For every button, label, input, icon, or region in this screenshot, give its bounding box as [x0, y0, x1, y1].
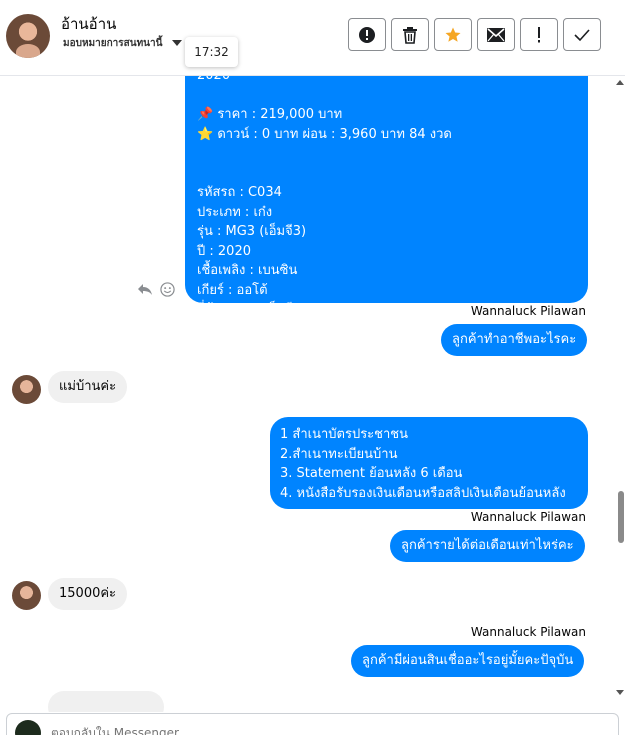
contact-avatar-small	[12, 581, 41, 610]
scrollbar[interactable]	[617, 76, 625, 712]
scrollbar-thumb[interactable]	[618, 491, 624, 543]
done-button[interactable]	[563, 18, 601, 51]
listing-line: รหัสรถ : C034	[197, 185, 282, 200]
emoji-reaction-icon[interactable]	[160, 282, 175, 297]
important-button[interactable]	[520, 18, 558, 51]
incoming-message[interactable]: แม่บ้านค่ะ	[48, 371, 128, 403]
star-icon	[445, 27, 461, 42]
mark-unread-button[interactable]	[477, 18, 515, 51]
car-listing-message[interactable]: 2020 📌 ราคา : 219,000 บาท ⭐ ดาวน์ : 0 บาท …	[185, 76, 588, 317]
page-avatar	[15, 720, 41, 735]
trash-icon	[403, 26, 417, 44]
contact-avatar[interactable]	[6, 14, 50, 58]
conversation-header: อ้านอ้าน มอบหมายการสนทนานี้	[0, 0, 625, 76]
incoming-message[interactable]: 15000ค่ะ	[48, 578, 128, 610]
sender-name: Wannaluck Pilawan	[470, 510, 586, 524]
document-line: 2.สำเนาทะเบียนบ้าน	[280, 446, 398, 462]
reply-icon[interactable]	[137, 281, 153, 297]
message-composer[interactable]	[6, 713, 619, 735]
star-button[interactable]	[434, 18, 472, 51]
listing-line	[197, 164, 576, 184]
envelope-icon	[487, 27, 505, 42]
outgoing-message[interactable]: ลูกค้ามีผ่อนสินเชื่ออะไรอยู่มั้ยคะปัจุบั…	[351, 645, 585, 677]
reply-input[interactable]	[51, 726, 451, 735]
sender-name: Wannaluck Pilawan	[470, 625, 586, 639]
listing-line: ปี : 2020	[197, 243, 251, 259]
outgoing-message[interactable]: ลูกค้ารายได้ต่อเดือนเท่าไหร่คะ	[390, 530, 585, 562]
listing-line: เกียร์ : ออโต้	[197, 282, 268, 298]
scroll-down-arrow[interactable]	[616, 690, 624, 695]
listing-line: ประเภท : เก๋ง	[197, 204, 273, 220]
contact-name[interactable]: อ้านอ้าน	[61, 12, 116, 36]
message-list: 2020 📌 ราคา : 219,000 บาท ⭐ ดาวน์ : 0 บาท …	[0, 76, 617, 712]
chevron-down-icon[interactable]	[172, 40, 182, 46]
listing-line: รุ่น : MG3 (เอ็มจี3)	[197, 224, 307, 239]
listing-line	[197, 144, 576, 164]
documents-message[interactable]: 1 สำเนาบัตรประชาชน 2.สำเนาทะเบียนบ้าน 3. …	[270, 417, 588, 509]
exclamation-icon	[538, 26, 540, 42]
listing-line	[197, 86, 576, 106]
listing-line: ⭐ ดาวน์ : 0 บาท ผ่อน : 3,960 บาท 84 งวด	[197, 126, 452, 142]
document-line: 3. Statement ย้อนหลัง 6 เดือน	[280, 466, 463, 481]
check-icon	[574, 28, 590, 41]
listing-line: 📌 ราคา : 219,000 บาท	[197, 107, 343, 122]
assign-conversation-label[interactable]: มอบหมายการสนทนานี้	[63, 36, 162, 51]
conversation-toolbar	[348, 18, 601, 51]
incoming-message-partial[interactable]	[48, 691, 164, 712]
sender-name: Wannaluck Pilawan	[470, 304, 586, 318]
outgoing-message[interactable]: ลูกค้าทำอาชีพอะไรคะ	[441, 324, 588, 356]
listing-line: เชื้อเพลิง : เบนซิน	[197, 263, 298, 278]
delete-button[interactable]	[391, 18, 429, 51]
alert-circle-icon	[359, 26, 375, 43]
document-line: 4. หนังสือรับรองเงินเดือนหรือสลิปเงินเดื…	[280, 485, 566, 501]
contact-avatar-small	[12, 375, 41, 404]
timestamp-tooltip: 17:32	[185, 37, 238, 67]
listing-line: 2020	[197, 76, 576, 86]
document-line: 1 สำเนาบัตรประชาชน	[280, 427, 408, 442]
scroll-up-arrow[interactable]	[616, 80, 624, 85]
report-spam-button[interactable]	[348, 18, 386, 51]
